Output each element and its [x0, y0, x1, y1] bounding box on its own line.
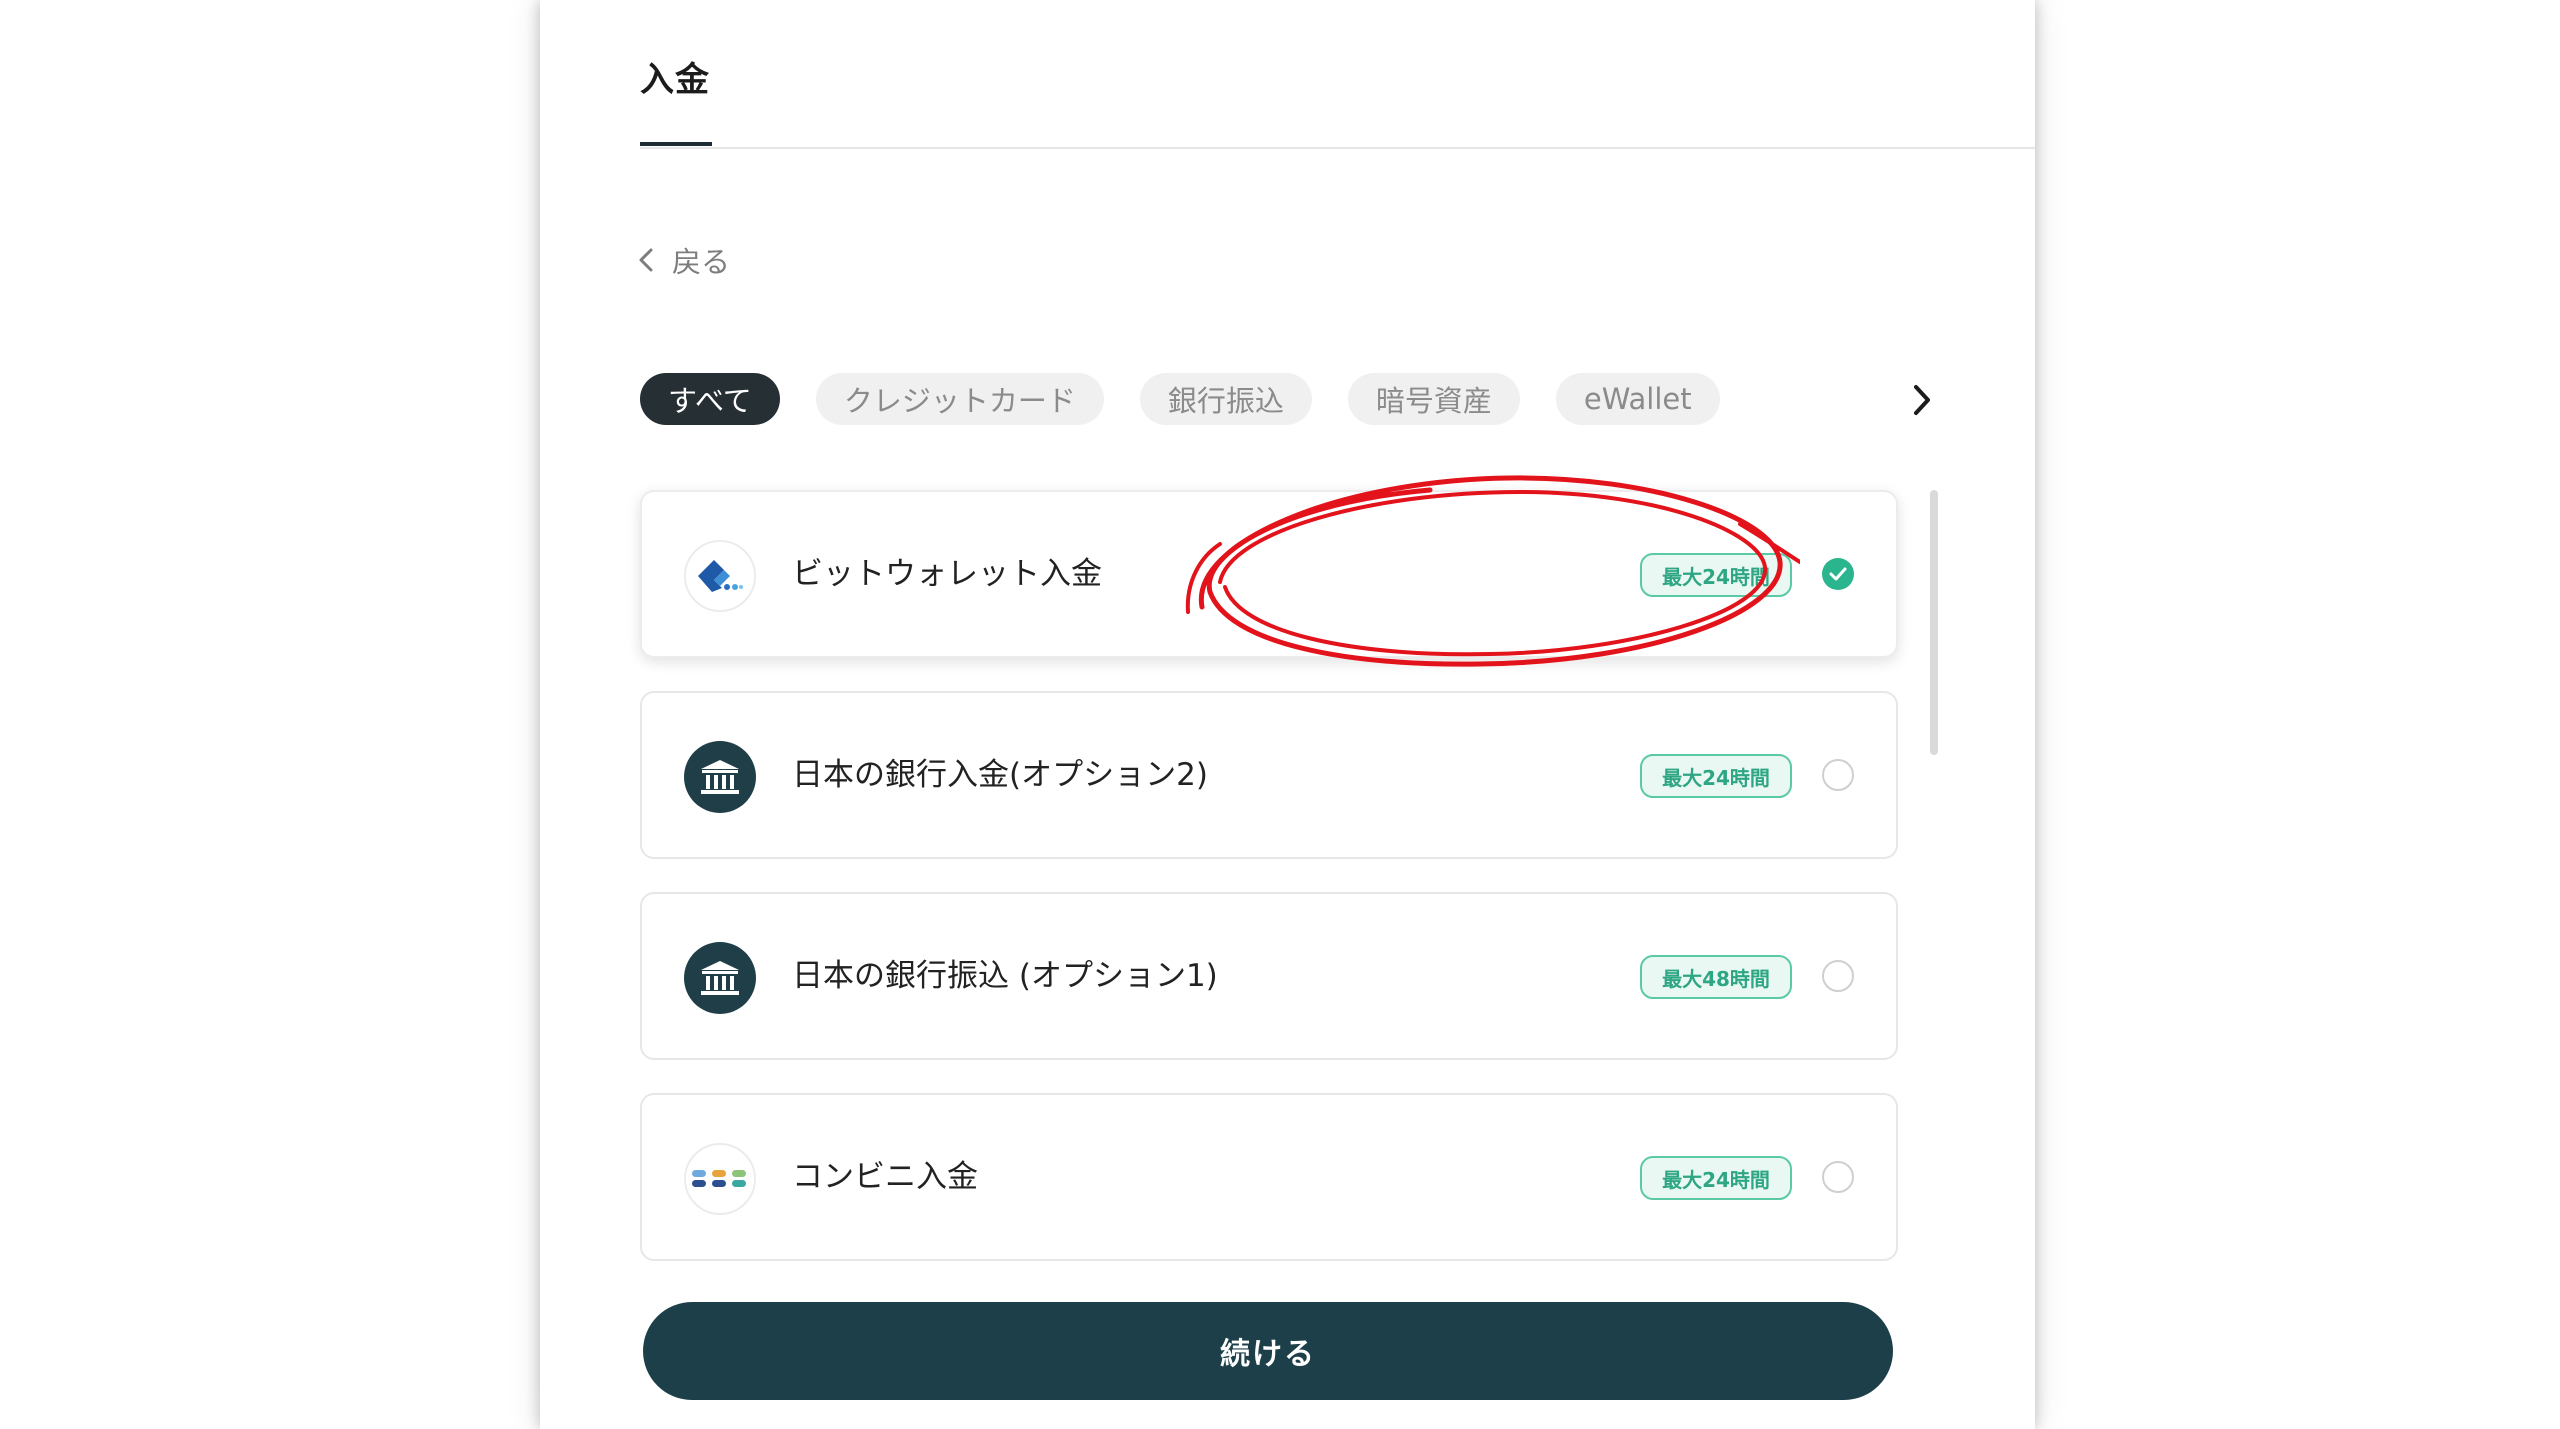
payment-method-name: コンビニ入金 [792, 1159, 978, 1195]
convenience-store-icon [684, 1143, 756, 1215]
title-underline [640, 142, 712, 146]
bitwallet-logo-icon [684, 540, 756, 612]
payment-method-japan-bank-option2[interactable]: 日本の銀行入金(オプション2) 最大24時間 [640, 691, 1898, 859]
payment-method-japan-bank-option1[interactable]: 日本の銀行振込 (オプション1) 最大48時間 [640, 892, 1898, 1060]
back-label: 戻る [672, 245, 731, 279]
bank-icon [684, 741, 756, 813]
tab-bank-transfer[interactable]: 銀行振込 [1139, 373, 1312, 425]
tab-ewallet[interactable]: eWallet [1555, 373, 1720, 425]
chevron-right-icon [1914, 385, 1930, 415]
payment-method-name: 日本の銀行振込 (オプション1) [792, 958, 1218, 994]
radio-button[interactable] [1822, 1161, 1854, 1193]
tab-credit-card[interactable]: クレジットカード [815, 373, 1104, 425]
tab-crypto[interactable]: 暗号資産 [1347, 373, 1520, 425]
back-link[interactable]: 戻る [638, 238, 730, 282]
payment-method-name: 日本の銀行入金(オプション2) [792, 757, 1208, 793]
page-title: 入金 [640, 60, 710, 100]
payment-method-bitwallet[interactable]: ビットウォレット入金 最大24時間 [640, 490, 1898, 658]
processing-time-badge: 最大24時間 [1640, 1156, 1792, 1200]
category-tabs: すべて クレジットカード 銀行振込 暗号資産 eWallet [640, 372, 1720, 426]
radio-button[interactable] [1822, 960, 1854, 992]
scrollbar[interactable] [1930, 490, 1938, 755]
continue-button[interactable]: 続ける [643, 1302, 1893, 1400]
header-divider [640, 147, 2035, 149]
deposit-panel: 入金 戻る すべて クレジットカード 銀行振込 暗号資産 eWallet ビット… [540, 0, 2035, 1429]
tabs-next-button[interactable] [1900, 378, 1944, 422]
payment-method-convenience-store[interactable]: コンビニ入金 最大24時間 [640, 1093, 1898, 1261]
processing-time-badge: 最大24時間 [1640, 754, 1792, 798]
processing-time-badge: 最大48時間 [1640, 955, 1792, 999]
radio-button[interactable] [1822, 759, 1854, 791]
selected-check-icon[interactable] [1822, 558, 1854, 590]
tab-all[interactable]: すべて [640, 373, 780, 425]
bank-icon [684, 942, 756, 1014]
processing-time-badge: 最大24時間 [1640, 553, 1792, 597]
payment-method-list: ビットウォレット入金 最大24時間 日本の銀行入金(オプション2) 最大24時間… [640, 490, 1898, 1294]
payment-method-name: ビットウォレット入金 [792, 556, 1102, 592]
chevron-left-icon [639, 248, 653, 272]
